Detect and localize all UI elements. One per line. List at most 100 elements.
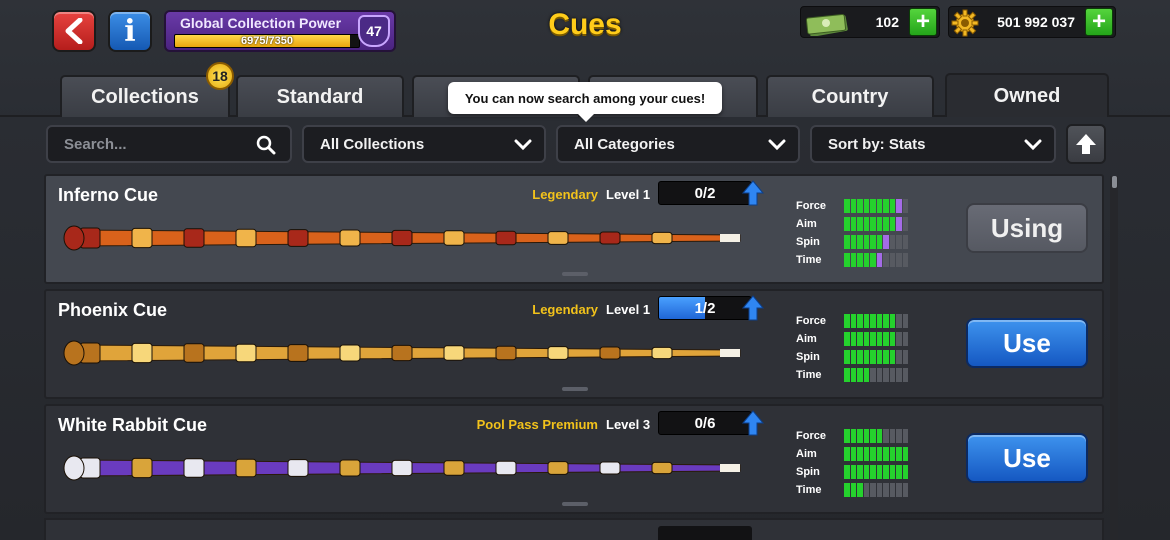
- cue-ornament: [131, 457, 153, 479]
- cue-ornament: [235, 343, 257, 363]
- stat-segment: [863, 217, 869, 231]
- sort-dropdown[interactable]: Sort by: Stats: [810, 125, 1056, 163]
- stat-segment: [850, 465, 856, 479]
- stat-segment: [889, 465, 895, 479]
- stat-segment: [902, 483, 908, 497]
- stat-segment: [889, 235, 895, 249]
- stat-segment: [889, 350, 895, 364]
- stat-bar-force: [844, 429, 908, 443]
- stat-segment: [896, 350, 902, 364]
- list-scrollbar[interactable]: [1110, 176, 1118, 540]
- stat-segment: [857, 429, 863, 443]
- stat-segment: [896, 314, 902, 328]
- stat-segment: [876, 429, 882, 443]
- scroll-to-top-button[interactable]: [1066, 124, 1106, 164]
- cash-value: 102: [875, 14, 899, 30]
- scrollbar-thumb[interactable]: [1112, 176, 1117, 188]
- use-cue-button[interactable]: Use: [966, 318, 1088, 368]
- cue-row[interactable]: Inferno Cue Legendary Level 1 0/2 Force A…: [44, 174, 1104, 284]
- search-input[interactable]: Search...: [46, 125, 292, 163]
- coins-value: 501 992 037: [997, 14, 1075, 30]
- cue-ornament: [599, 231, 621, 245]
- stat-label: Force: [796, 315, 826, 327]
- cue-row-partial[interactable]: [44, 518, 1104, 540]
- cue-ornament: [183, 458, 205, 478]
- stat-segment: [863, 332, 869, 346]
- cue-ornament: [339, 459, 361, 477]
- stat-segment: [876, 447, 882, 461]
- add-coins-button[interactable]: +: [1085, 8, 1113, 36]
- stat-segment: [850, 199, 856, 213]
- stat-label: Time: [796, 369, 822, 381]
- upgrade-progress: 1/2: [658, 296, 752, 320]
- stat-segment: [844, 483, 850, 497]
- stat-segment: [863, 235, 869, 249]
- tab-owned[interactable]: Owned: [945, 73, 1109, 117]
- stat-bar-force: [844, 314, 908, 328]
- stat-segment: [870, 368, 876, 382]
- stat-segment: [896, 447, 902, 461]
- cue-ornament: [391, 344, 413, 362]
- cue-ornament: [547, 346, 569, 360]
- stat-segment: [896, 253, 902, 267]
- stat-segment: [883, 483, 889, 497]
- cue-ornament: [391, 459, 413, 477]
- cue-level: Level 1: [606, 302, 651, 317]
- stat-segment: [844, 217, 850, 231]
- stat-segment: [863, 447, 869, 461]
- use-cue-button[interactable]: Use: [966, 433, 1088, 483]
- stat-segment: [889, 429, 895, 443]
- stat-segment: [889, 314, 895, 328]
- cue-level: Level 3: [606, 417, 651, 432]
- categories-dropdown[interactable]: All Categories: [556, 125, 800, 163]
- stat-segment: [883, 199, 889, 213]
- stat-segment: [876, 483, 882, 497]
- stat-segment: [876, 314, 882, 328]
- stat-segment: [902, 368, 908, 382]
- stat-segment: [883, 253, 889, 267]
- coins-counter: 501 992 037 +: [948, 6, 1116, 38]
- row-handle: [562, 502, 588, 506]
- cue-ornament: [183, 228, 205, 248]
- stat-segment: [844, 253, 850, 267]
- cue-ornament: [599, 346, 621, 360]
- stat-segment: [870, 465, 876, 479]
- cue-list[interactable]: Inferno Cue Legendary Level 1 0/2 Force A…: [44, 174, 1106, 540]
- stat-segment: [850, 368, 856, 382]
- cue-ornament: [287, 344, 309, 362]
- stat-bar-aim: [844, 217, 908, 231]
- stat-segment: [844, 350, 850, 364]
- stat-segment: [870, 217, 876, 231]
- cue-tip: [720, 349, 740, 357]
- cue-name: Inferno Cue: [58, 185, 159, 205]
- search-icon[interactable]: [256, 135, 276, 155]
- stat-segment: [850, 217, 856, 231]
- stat-segment: [844, 235, 850, 249]
- use-cue-button[interactable]: Using: [966, 203, 1088, 253]
- add-cash-button[interactable]: +: [909, 8, 937, 36]
- stat-segment: [857, 465, 863, 479]
- tab-standard[interactable]: Standard: [236, 75, 404, 117]
- stat-segment: [870, 235, 876, 249]
- collections-dropdown[interactable]: All Collections: [302, 125, 546, 163]
- stat-segment: [883, 368, 889, 382]
- cue-ornament: [495, 460, 517, 476]
- cue-ornament: [235, 228, 257, 248]
- stat-segment: [902, 350, 908, 364]
- cue-ornament: [131, 227, 153, 249]
- tab-collections[interactable]: Collections: [60, 75, 230, 117]
- cue-row[interactable]: White Rabbit Cue Pool Pass Premium Level…: [44, 404, 1104, 514]
- cue-ornament: [183, 343, 205, 363]
- stat-label: Force: [796, 430, 826, 442]
- stat-segment: [902, 447, 908, 461]
- stat-segment: [876, 350, 882, 364]
- tab-country[interactable]: Country: [766, 75, 934, 117]
- stat-segment: [863, 253, 869, 267]
- cue-butt: [63, 455, 85, 481]
- stat-segment: [896, 465, 902, 479]
- upgrade-progress-text: 0/2: [694, 185, 716, 202]
- stat-segment: [896, 429, 902, 443]
- cue-ornament: [547, 461, 569, 475]
- cue-row[interactable]: Phoenix Cue Legendary Level 1 1/2 Force A…: [44, 289, 1104, 399]
- stat-bar-force: [844, 199, 908, 213]
